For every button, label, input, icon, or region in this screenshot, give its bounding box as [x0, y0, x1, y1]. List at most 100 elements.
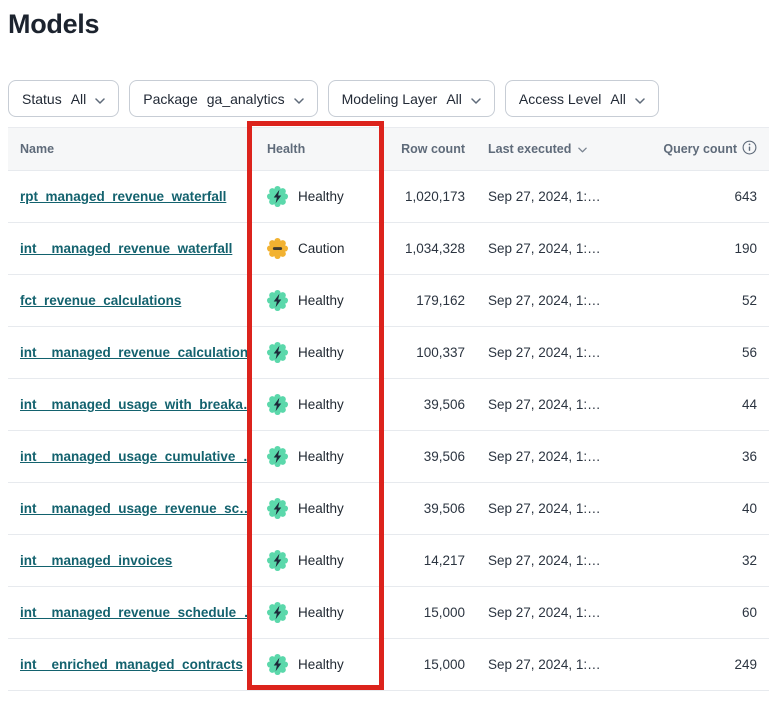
last-executed-value: Sep 27, 2024, 1:…: [473, 293, 655, 308]
column-header-row-count: Row count: [383, 142, 473, 156]
filter-status[interactable]: Status All: [8, 80, 119, 117]
last-executed-value: Sep 27, 2024, 1:…: [473, 397, 655, 412]
filter-label: Modeling Layer: [342, 91, 438, 107]
last-executed-value: Sep 27, 2024, 1:…: [473, 189, 655, 204]
health-cell: Healthy: [247, 186, 383, 207]
query-count-value: 56: [655, 345, 769, 360]
health-cell: Healthy: [247, 498, 383, 519]
last-executed-value: Sep 27, 2024, 1:…: [473, 553, 655, 568]
health-status-label: Healthy: [298, 345, 344, 360]
row-count-value: 15,000: [383, 657, 473, 672]
column-header-last-executed[interactable]: Last executed: [473, 142, 655, 156]
last-executed-value: Sep 27, 2024, 1:…: [473, 657, 655, 672]
health-cell: Healthy: [247, 550, 383, 571]
filter-modeling-layer[interactable]: Modeling Layer All: [328, 80, 495, 117]
health-healthy-bolt-icon: [267, 498, 288, 519]
chevron-down-icon: [635, 91, 645, 107]
models-table: Name Health Row count Last executed Quer…: [8, 127, 769, 691]
model-name-cell: int__managed_revenue_schedule_…: [8, 605, 247, 620]
table-row: int__managed_revenue_waterfall Caution: [8, 223, 769, 275]
filter-package[interactable]: Package ga_analytics: [129, 80, 317, 117]
filter-value: All: [71, 91, 87, 107]
model-link[interactable]: int__managed_revenue_waterfall: [20, 241, 232, 256]
column-header-name: Name: [8, 142, 247, 156]
model-link[interactable]: int__managed_usage_cumulative_…: [20, 449, 247, 464]
query-count-value: 44: [655, 397, 769, 412]
model-link[interactable]: int__managed_revenue_calculations: [20, 345, 247, 360]
table-row: int__managed_usage_cumulative_… Healthy: [8, 431, 769, 483]
query-count-value: 32: [655, 553, 769, 568]
health-healthy-bolt-icon: [267, 602, 288, 623]
model-name-cell: int__managed_invoices: [8, 553, 247, 568]
health-status-label: Healthy: [298, 449, 344, 464]
health-healthy-bolt-icon: [267, 394, 288, 415]
column-header-last-executed-label: Last executed: [488, 142, 571, 156]
health-cell: Healthy: [247, 290, 383, 311]
model-name-cell: int__enriched_managed_contracts: [8, 657, 247, 672]
health-healthy-bolt-icon: [267, 550, 288, 571]
row-count-value: 15,000: [383, 605, 473, 620]
chevron-down-icon: [95, 91, 105, 107]
model-name-cell: int__managed_revenue_calculations: [8, 345, 247, 360]
query-count-value: 190: [655, 241, 769, 256]
table-row: int__managed_revenue_schedule_… Healthy: [8, 587, 769, 639]
model-name-cell: int__managed_usage_revenue_sc…: [8, 501, 247, 516]
last-executed-value: Sep 27, 2024, 1:…: [473, 345, 655, 360]
last-executed-value: Sep 27, 2024, 1:…: [473, 241, 655, 256]
health-status-label: Healthy: [298, 189, 344, 204]
table-body: rpt_managed_revenue_waterfall Healthy: [8, 171, 769, 691]
health-healthy-bolt-icon: [267, 342, 288, 363]
health-caution-minus-icon: [267, 238, 288, 259]
column-header-health: Health: [247, 142, 383, 156]
filter-value: ga_analytics: [207, 91, 285, 107]
filter-value: All: [446, 91, 462, 107]
filter-bar: Status All Package ga_analytics Modeling…: [8, 80, 769, 117]
model-name-cell: int__managed_usage_cumulative_…: [8, 449, 247, 464]
models-page: Models Status All Package ga_analytics M…: [0, 0, 777, 703]
health-cell: Healthy: [247, 654, 383, 675]
health-status-label: Healthy: [298, 501, 344, 516]
row-count-value: 39,506: [383, 397, 473, 412]
model-link[interactable]: int__managed_usage_with_breaka…: [20, 397, 247, 412]
chevron-down-icon: [471, 91, 481, 107]
filter-access-level[interactable]: Access Level All: [505, 80, 659, 117]
filter-label: Package: [143, 91, 197, 107]
table-row: int__managed_invoices Healthy 14,217: [8, 535, 769, 587]
model-link[interactable]: rpt_managed_revenue_waterfall: [20, 189, 226, 204]
column-header-query-count: Query count: [655, 140, 769, 158]
model-link[interactable]: int__managed_revenue_schedule_…: [20, 605, 247, 620]
table-row: int__managed_usage_with_breaka… Healthy: [8, 379, 769, 431]
health-status-label: Caution: [298, 241, 345, 256]
health-status-label: Healthy: [298, 605, 344, 620]
row-count-value: 1,020,173: [383, 189, 473, 204]
column-header-query-count-label: Query count: [663, 142, 737, 156]
model-name-cell: int__managed_usage_with_breaka…: [8, 397, 247, 412]
row-count-value: 179,162: [383, 293, 473, 308]
model-link[interactable]: int__managed_usage_revenue_sc…: [20, 501, 247, 516]
filter-label: Access Level: [519, 91, 601, 107]
row-count-value: 14,217: [383, 553, 473, 568]
health-cell: Caution: [247, 238, 383, 259]
health-status-label: Healthy: [298, 657, 344, 672]
table-row: int__managed_revenue_calculations Health…: [8, 327, 769, 379]
health-cell: Healthy: [247, 602, 383, 623]
query-count-value: 52: [655, 293, 769, 308]
model-link[interactable]: int__managed_invoices: [20, 553, 172, 568]
table-header-row: Name Health Row count Last executed Quer…: [8, 127, 769, 171]
row-count-value: 1,034,328: [383, 241, 473, 256]
row-count-value: 100,337: [383, 345, 473, 360]
health-cell: Healthy: [247, 446, 383, 467]
health-status-label: Healthy: [298, 553, 344, 568]
query-count-value: 40: [655, 501, 769, 516]
model-link[interactable]: fct_revenue_calculations: [20, 293, 181, 308]
health-status-label: Healthy: [298, 397, 344, 412]
health-healthy-bolt-icon: [267, 446, 288, 467]
table-row: int__managed_usage_revenue_sc… Healthy: [8, 483, 769, 535]
health-healthy-bolt-icon: [267, 654, 288, 675]
model-link[interactable]: int__enriched_managed_contracts: [20, 657, 243, 672]
info-icon[interactable]: [742, 140, 757, 158]
query-count-value: 36: [655, 449, 769, 464]
page-title: Models: [8, 8, 769, 40]
table-row: int__enriched_managed_contracts Healthy: [8, 639, 769, 691]
sort-chevron-icon: [578, 142, 587, 156]
